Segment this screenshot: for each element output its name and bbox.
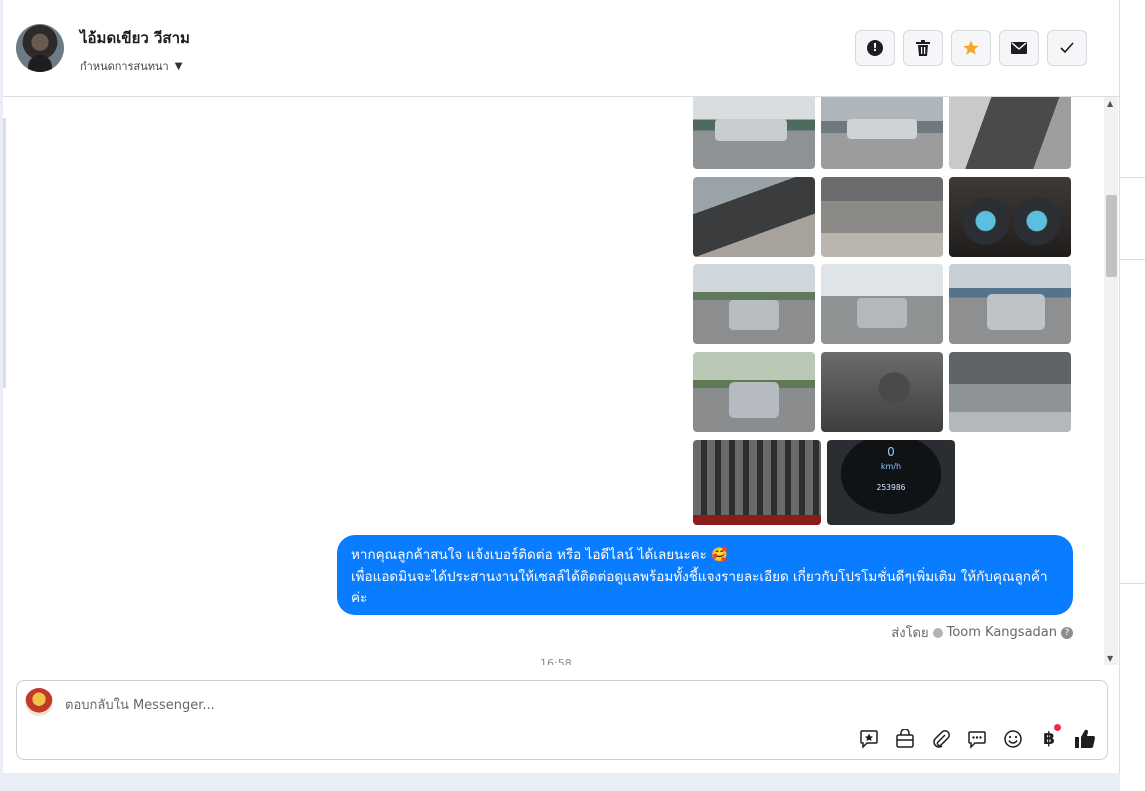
car-photo[interactable] — [821, 177, 943, 257]
reply-composer[interactable]: ตอบกลับใน Messenger... ฿ — [16, 680, 1108, 760]
mark-done-button[interactable] — [1047, 30, 1087, 66]
message-timestamp: 16:58 — [540, 657, 572, 665]
alert-circle-icon: ! — [867, 40, 883, 56]
caret-down-icon: ▼ — [174, 60, 183, 72]
car-photo[interactable] — [693, 440, 821, 525]
message-thread[interactable]: 0 km/h 253986 หากคุณลูกค้าสนใจ แจ้งเบอร์… — [3, 97, 1103, 665]
sent-by-label: ส่งโดย — [891, 626, 929, 641]
car-photo[interactable] — [693, 264, 815, 344]
scrollbar-thumb[interactable] — [1106, 195, 1117, 277]
baht-icon: ฿ — [1043, 729, 1055, 749]
notification-dot — [1054, 724, 1061, 731]
speedometer-unit: km/h — [880, 462, 902, 471]
scroll-up-icon[interactable]: ▲ — [1107, 99, 1113, 108]
message-text-line-1: หากคุณลูกค้าสนใจ แจ้งเบอร์ติดต่อ หรือ ไอ… — [351, 547, 728, 563]
conversation-panel: ไอ้มดเขียว วีสาม กำหนดการสนทนา ▼ ! 0 km/… — [3, 0, 1120, 773]
smiley-icon — [1004, 730, 1022, 748]
car-photo[interactable] — [821, 97, 943, 169]
reply-input[interactable]: ตอบกลับใน Messenger... — [65, 694, 215, 715]
shop-button[interactable] — [893, 727, 917, 751]
odometer-readout: 253986 — [876, 483, 906, 492]
message-bubble[interactable]: หากคุณลูกค้าสนใจ แจ้งเบอร์ติดต่อ หรือ ไอ… — [337, 535, 1073, 615]
report-spam-button[interactable]: ! — [855, 30, 895, 66]
divider — [1120, 177, 1145, 178]
car-photo[interactable] — [949, 264, 1071, 344]
emoji-button[interactable] — [1001, 727, 1025, 751]
scroll-down-icon[interactable]: ▼ — [1107, 654, 1113, 663]
car-photo[interactable] — [949, 352, 1071, 432]
message-star-icon — [860, 730, 878, 749]
chat-dots-icon — [968, 731, 986, 749]
message-text-line-2: เพื่อแอดมินจะได้ประสานงานให้เซลล์ได้ติดต… — [351, 568, 1048, 607]
right-pane — [1120, 0, 1145, 791]
car-photo[interactable] — [949, 177, 1071, 257]
shopping-bag-icon — [896, 729, 914, 748]
verified-icon — [932, 627, 943, 638]
car-photo[interactable] — [821, 264, 943, 344]
delete-button[interactable] — [903, 30, 943, 66]
trash-icon — [916, 40, 930, 56]
attach-button[interactable] — [929, 727, 953, 751]
saved-reply-button[interactable] — [857, 727, 881, 751]
car-photo[interactable] — [693, 97, 815, 169]
star-icon — [963, 40, 979, 55]
car-photo[interactable] — [821, 352, 943, 432]
speedometer-readout: 0 — [887, 445, 895, 459]
checkmark-icon — [1060, 42, 1074, 54]
assign-label: กำหนดการสนทนา — [80, 60, 169, 73]
paperclip-icon — [933, 730, 950, 748]
contact-name[interactable]: ไอ้มดเขียว วีสาม — [80, 26, 190, 50]
star-button[interactable] — [951, 30, 991, 66]
like-button[interactable] — [1073, 727, 1097, 751]
conversation-header: ไอ้มดเขียว วีสาม กำหนดการสนทนา ▼ ! — [3, 0, 1119, 97]
sender-name: Toom Kangsadan — [946, 625, 1057, 640]
divider — [1120, 259, 1145, 260]
divider — [1120, 583, 1145, 584]
contact-avatar[interactable] — [16, 24, 64, 72]
thread-scrollbar[interactable]: ▲ ▼ — [1104, 97, 1118, 665]
assign-conversation-dropdown[interactable]: กำหนดการสนทนา ▼ — [80, 57, 182, 75]
quick-reply-button[interactable] — [965, 727, 989, 751]
sent-by-info: ส่งโดย Toom Kangsadan ? — [891, 622, 1073, 643]
car-photo[interactable] — [949, 97, 1071, 169]
page-avatar — [25, 688, 53, 716]
help-icon[interactable]: ? — [1061, 626, 1073, 639]
car-photo[interactable] — [693, 177, 815, 257]
envelope-icon — [1011, 42, 1027, 54]
car-photo[interactable] — [693, 352, 815, 432]
car-photo[interactable]: 0 km/h 253986 — [827, 440, 955, 525]
thumbs-up-icon — [1075, 729, 1095, 749]
mark-unread-button[interactable] — [999, 30, 1039, 66]
